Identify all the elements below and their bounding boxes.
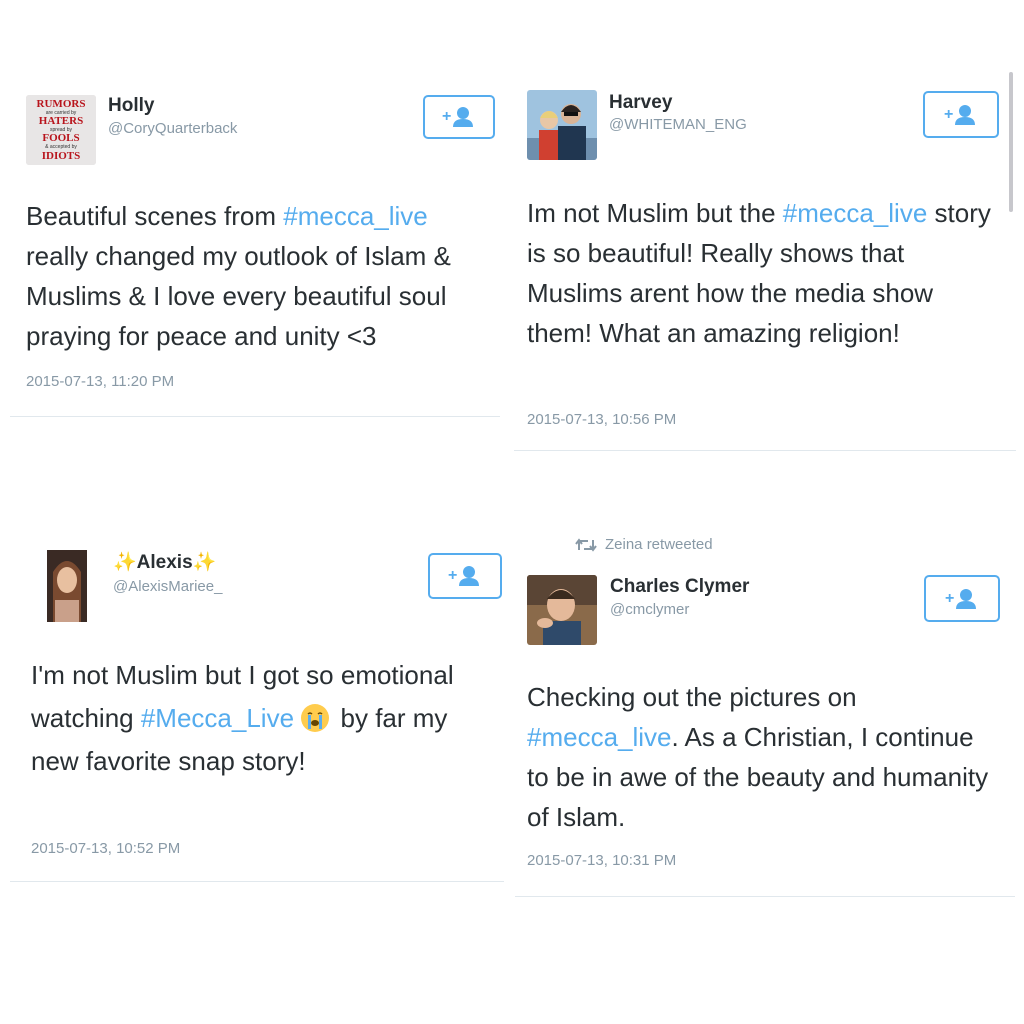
display-name[interactable]: ✨Alexis✨ (113, 550, 216, 574)
photo-two-people-icon (527, 90, 597, 160)
divider (10, 881, 504, 882)
display-name[interactable]: Charles Clymer (610, 576, 749, 598)
rumors-poster-icon: RUMORS are carried by HATERS spread by F… (26, 95, 96, 165)
portrait-photo-icon (47, 550, 87, 622)
divider (10, 416, 500, 417)
user-handle[interactable]: @CoryQuarterback (108, 120, 237, 137)
retweet-label: Zeina retweeted (605, 536, 713, 553)
hashtag-link[interactable]: #mecca_live (527, 722, 672, 752)
tweet-text-segment (294, 703, 301, 733)
display-name[interactable]: Holly (108, 95, 154, 117)
tweet-text-segment: Checking out the pictures on (527, 682, 857, 712)
svg-text:RUMORS: RUMORS (37, 98, 86, 110)
tweet-text-segment: Im not Muslim but the (527, 198, 783, 228)
follow-user-icon: + (945, 588, 976, 609)
avatar-alexis[interactable] (47, 550, 87, 622)
portrait-photo-icon (527, 575, 597, 645)
follow-button[interactable]: + (428, 553, 502, 599)
svg-text:+: + (448, 567, 457, 584)
tweet-text: Im not Muslim but the #mecca_live story … (527, 193, 997, 353)
hashtag-link[interactable]: #mecca_live (283, 201, 428, 231)
scrollbar[interactable] (1009, 72, 1013, 212)
tweet-timestamp[interactable]: 2015-07-13, 10:31 PM (527, 852, 676, 869)
svg-text:IDIOTS: IDIOTS (42, 150, 81, 162)
follow-user-icon: + (448, 566, 479, 586)
tweet-text: Beautiful scenes from #mecca_live really… (26, 196, 496, 356)
follow-user-icon: + (442, 107, 473, 127)
follow-button[interactable]: + (923, 91, 999, 138)
svg-text:HATERS: HATERS (39, 115, 83, 127)
user-handle[interactable]: @cmclymer (610, 601, 689, 618)
display-name[interactable]: Harvey (609, 92, 672, 114)
avatar-harvey[interactable] (527, 90, 597, 160)
follow-user-icon: + (944, 104, 975, 125)
avatar-holly[interactable]: RUMORS are carried by HATERS spread by F… (26, 95, 96, 165)
divider (514, 450, 1016, 451)
crying-face-emoji-icon (301, 704, 330, 732)
user-handle[interactable]: @AlexisMariee_ (113, 578, 222, 595)
follow-button[interactable]: + (924, 575, 1000, 622)
tweet-text-segment: Beautiful scenes from (26, 201, 284, 231)
tweet-text: I'm not Muslim but I got so emotional wa… (31, 654, 481, 783)
follow-button[interactable]: + (423, 95, 495, 139)
hashtag-link[interactable]: #Mecca_Live (141, 703, 294, 733)
tweet-timestamp[interactable]: 2015-07-13, 10:52 PM (31, 840, 180, 857)
svg-text:+: + (944, 106, 953, 123)
tweet-timestamp[interactable]: 2015-07-13, 10:56 PM (527, 411, 676, 428)
retweet-context[interactable]: Zeina retweeted (575, 536, 713, 553)
divider (515, 896, 1015, 897)
svg-text:FOOLS: FOOLS (42, 132, 79, 144)
tweet-text-segment: really changed my outlook of Islam & Mus… (26, 241, 451, 351)
user-handle[interactable]: @WHITEMAN_ENG (609, 116, 747, 133)
tweet-text: Checking out the pictures on #mecca_live… (527, 677, 1002, 837)
tweet-timestamp[interactable]: 2015-07-13, 11:20 PM (26, 373, 174, 390)
retweet-icon (575, 537, 597, 552)
hashtag-link[interactable]: #mecca_live (783, 198, 928, 228)
svg-text:+: + (442, 108, 451, 125)
avatar-charles[interactable] (527, 575, 597, 645)
svg-text:+: + (945, 590, 954, 607)
